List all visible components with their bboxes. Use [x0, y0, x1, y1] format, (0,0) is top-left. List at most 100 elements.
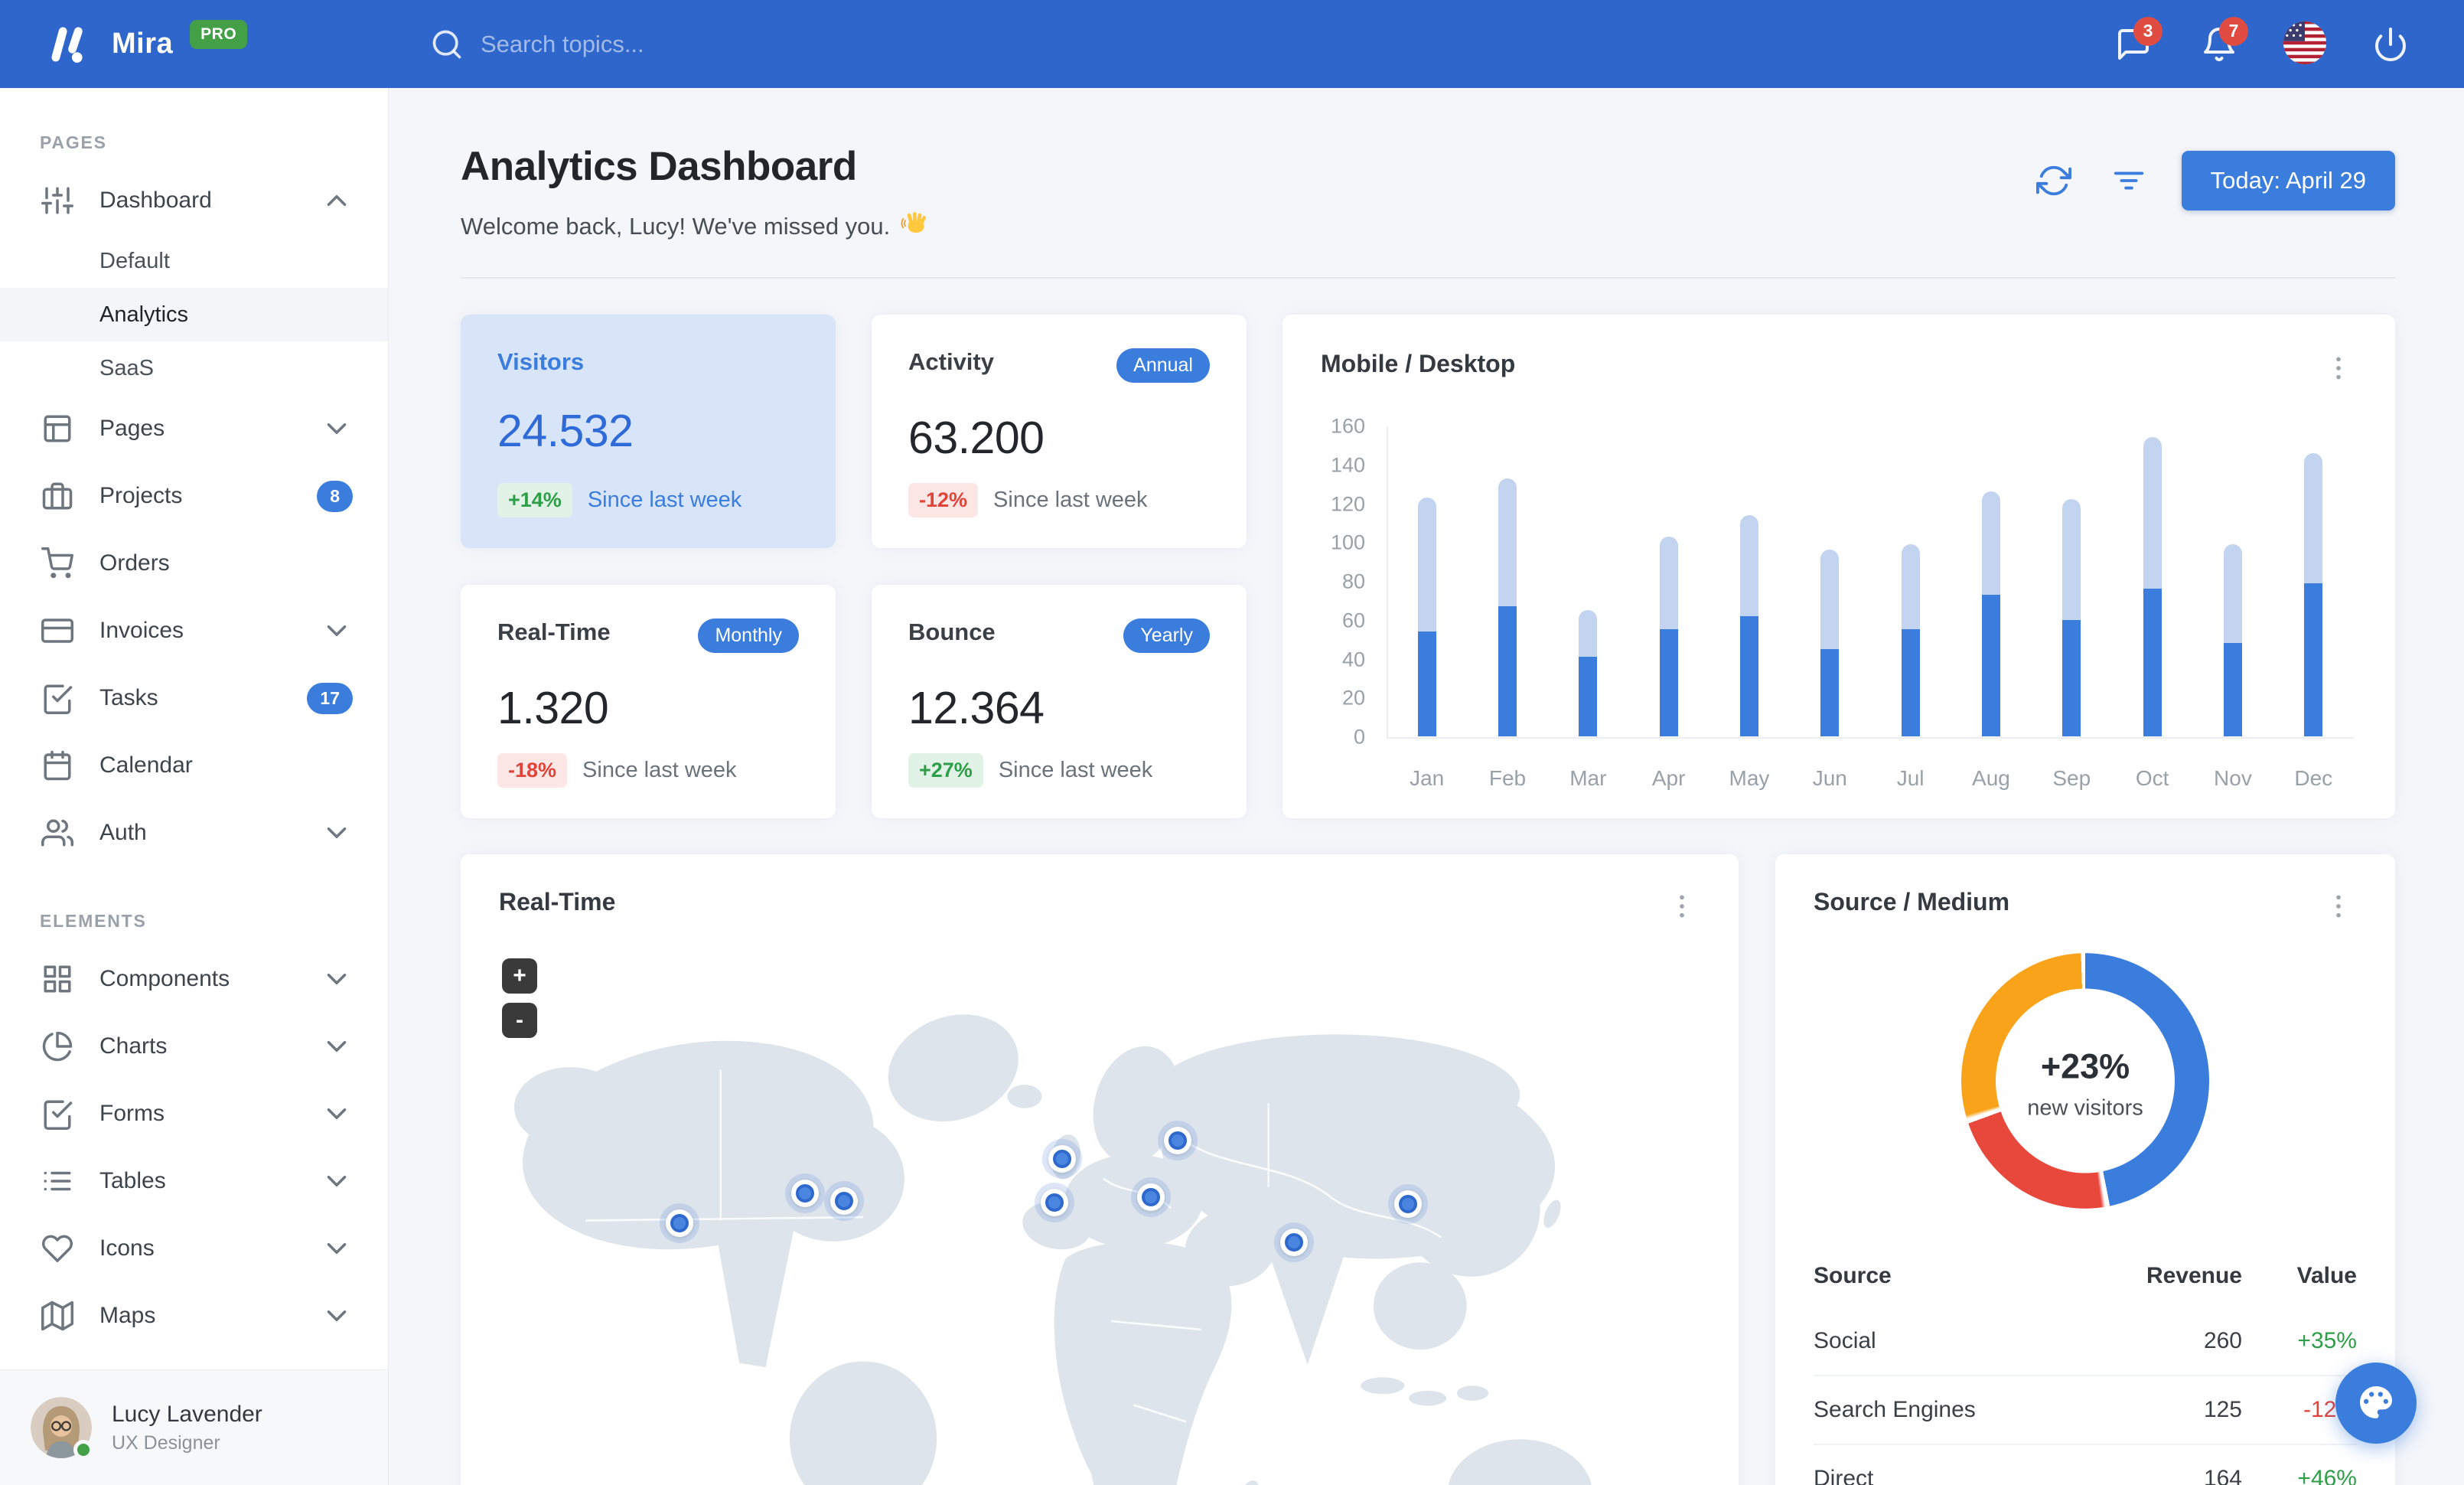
sidebar-subitem-analytics[interactable]: Analytics	[0, 288, 388, 341]
stacked-bar	[1498, 478, 1517, 736]
x-axis-label: Nov	[2214, 766, 2252, 790]
stat-title: Real-Time	[497, 618, 611, 645]
search-icon	[430, 28, 464, 61]
map-menu-button[interactable]	[1664, 888, 1700, 925]
mobile-bar-segment	[1498, 606, 1517, 736]
x-axis-label: Oct	[2135, 766, 2169, 790]
bar-group-jun: Jun	[1790, 426, 1870, 791]
refresh-icon	[2035, 163, 2071, 198]
sidebar-item-forms[interactable]: Forms	[0, 1080, 388, 1147]
realtime-map-card: Real-Time + -	[461, 854, 1739, 1485]
stat-period-badge[interactable]: Yearly	[1123, 618, 1210, 653]
sidebar-item-auth[interactable]: Auth	[0, 799, 388, 867]
sidebar-item-invoices[interactable]: Invoices	[0, 597, 388, 664]
source-table-row-search-engines: Search Engines 125 -12%	[1814, 1375, 2357, 1444]
chevron-down-icon	[321, 1300, 353, 1332]
map-zoom-in-button[interactable]: +	[502, 958, 537, 994]
user-role: UX Designer	[112, 1431, 220, 1454]
search-input[interactable]	[479, 29, 911, 59]
desktop-bar-segment	[2143, 437, 2162, 589]
sidebar-subitem-default[interactable]: Default	[0, 234, 388, 288]
desktop-bar-segment	[1579, 610, 1598, 657]
brand[interactable]: Mira PRO	[47, 0, 248, 88]
map-icon	[41, 1300, 73, 1332]
desktop-bar-segment	[1498, 478, 1517, 606]
sidebar-item-icons[interactable]: Icons	[0, 1215, 388, 1282]
sidebar-item-charts[interactable]: Charts	[0, 1013, 388, 1080]
source-medium-card: Source / Medium +23% new visitors Source…	[1775, 854, 2395, 1485]
pro-badge: PRO	[190, 19, 248, 49]
messages-badge: 3	[2133, 16, 2163, 46]
messages-button[interactable]: 3	[2098, 9, 2169, 80]
language-button[interactable]	[2270, 9, 2340, 80]
sidebar-subitem-saas[interactable]: SaaS	[0, 341, 388, 395]
source-medium-menu-button[interactable]	[2320, 888, 2357, 925]
map-marker-4[interactable]	[1041, 1138, 1082, 1179]
desktop-bar-segment	[1820, 550, 1840, 649]
bar-group-jul: Jul	[1870, 426, 1951, 791]
map-marker-5[interactable]	[1035, 1182, 1075, 1222]
chevron-down-icon	[321, 615, 353, 647]
chart-menu-button[interactable]	[2320, 350, 2357, 387]
revenue-cell: 164	[2081, 1444, 2242, 1485]
map-marker-7[interactable]	[1131, 1177, 1172, 1217]
users-icon	[41, 817, 73, 849]
sidebar-item-tasks[interactable]: Tasks 17	[0, 664, 388, 732]
logout-button[interactable]	[2355, 9, 2426, 80]
sidebar-item-tables[interactable]: Tables	[0, 1147, 388, 1215]
theme-settings-fab[interactable]	[2335, 1363, 2417, 1444]
sidebar-item-calendar[interactable]: Calendar	[0, 732, 388, 799]
stat-period-badge[interactable]: Annual	[1116, 348, 1210, 383]
desktop-bar-segment	[1739, 514, 1758, 616]
map-marker-8[interactable]	[1273, 1222, 1314, 1263]
sidebar-item-pages[interactable]: Pages	[0, 395, 388, 462]
pie-chart-icon	[41, 1030, 73, 1062]
source-cell: Search Engines	[1814, 1375, 2081, 1444]
bar-group-oct: Oct	[2112, 426, 2192, 791]
sidebar-item-orders[interactable]: Orders	[0, 530, 388, 597]
y-axis-tick: 160	[1330, 414, 1365, 438]
mobile-bar-segment	[1659, 629, 1678, 736]
desktop-bar-segment	[2304, 452, 2323, 583]
stat-value: 1.320	[497, 683, 609, 733]
stacked-bar	[1417, 497, 1436, 736]
sidebar-section-label-elements: Elements	[40, 911, 147, 931]
briefcase-icon	[41, 480, 73, 512]
wave-hand-icon	[901, 210, 928, 243]
y-axis-tick: 40	[1341, 648, 1365, 671]
notifications-button[interactable]: 7	[2184, 9, 2254, 80]
map-zoom-out-button[interactable]: -	[502, 1003, 537, 1038]
y-axis-tick: 80	[1341, 570, 1365, 593]
bar-group-apr: Apr	[1628, 426, 1709, 791]
stat-title: Visitors	[497, 348, 585, 375]
chevron-down-icon	[321, 1232, 353, 1265]
sidebar-item-projects[interactable]: Projects 8	[0, 462, 388, 530]
filter-button[interactable]	[2107, 158, 2151, 203]
refresh-button[interactable]	[2032, 158, 2076, 203]
map-marker-9[interactable]	[1387, 1183, 1428, 1224]
chevron-down-icon	[321, 1030, 353, 1062]
page-title: Analytics Dashboard	[461, 144, 857, 189]
map-marker-6[interactable]	[1157, 1121, 1198, 1161]
x-axis-label: Mar	[1569, 766, 1607, 790]
stacked-bar	[2304, 452, 2323, 736]
sidebar-nav: Pages Dashboard Default Analytics SaaS Pages P…	[0, 132, 388, 1415]
sidebar-user[interactable]: Lucy Lavender UX Designer	[0, 1369, 388, 1485]
map-marker-1[interactable]	[660, 1203, 700, 1243]
date-range-button[interactable]: Today: April 29	[2181, 151, 2395, 211]
sidebar-item-components[interactable]: Components	[0, 945, 388, 1013]
grid-icon	[41, 963, 73, 995]
stacked-bar	[1981, 491, 2000, 736]
x-axis-label: Sep	[2052, 766, 2091, 790]
x-axis-label: Jun	[1812, 766, 1847, 790]
source-table-header: Source	[1814, 1263, 1892, 1288]
mobile-bar-segment	[2304, 583, 2323, 736]
stat-period-badge[interactable]: Monthly	[698, 618, 799, 653]
sidebar-item-maps[interactable]: Maps	[0, 1282, 388, 1350]
stat-period: Since last week	[993, 488, 1148, 512]
page-actions: Today: April 29	[2032, 151, 2395, 211]
sidebar-item-dashboard[interactable]: Dashboard	[0, 167, 388, 234]
map-marker-2[interactable]	[785, 1173, 826, 1214]
stat-change-badge: -18%	[497, 753, 568, 788]
map-marker-3[interactable]	[823, 1181, 864, 1222]
